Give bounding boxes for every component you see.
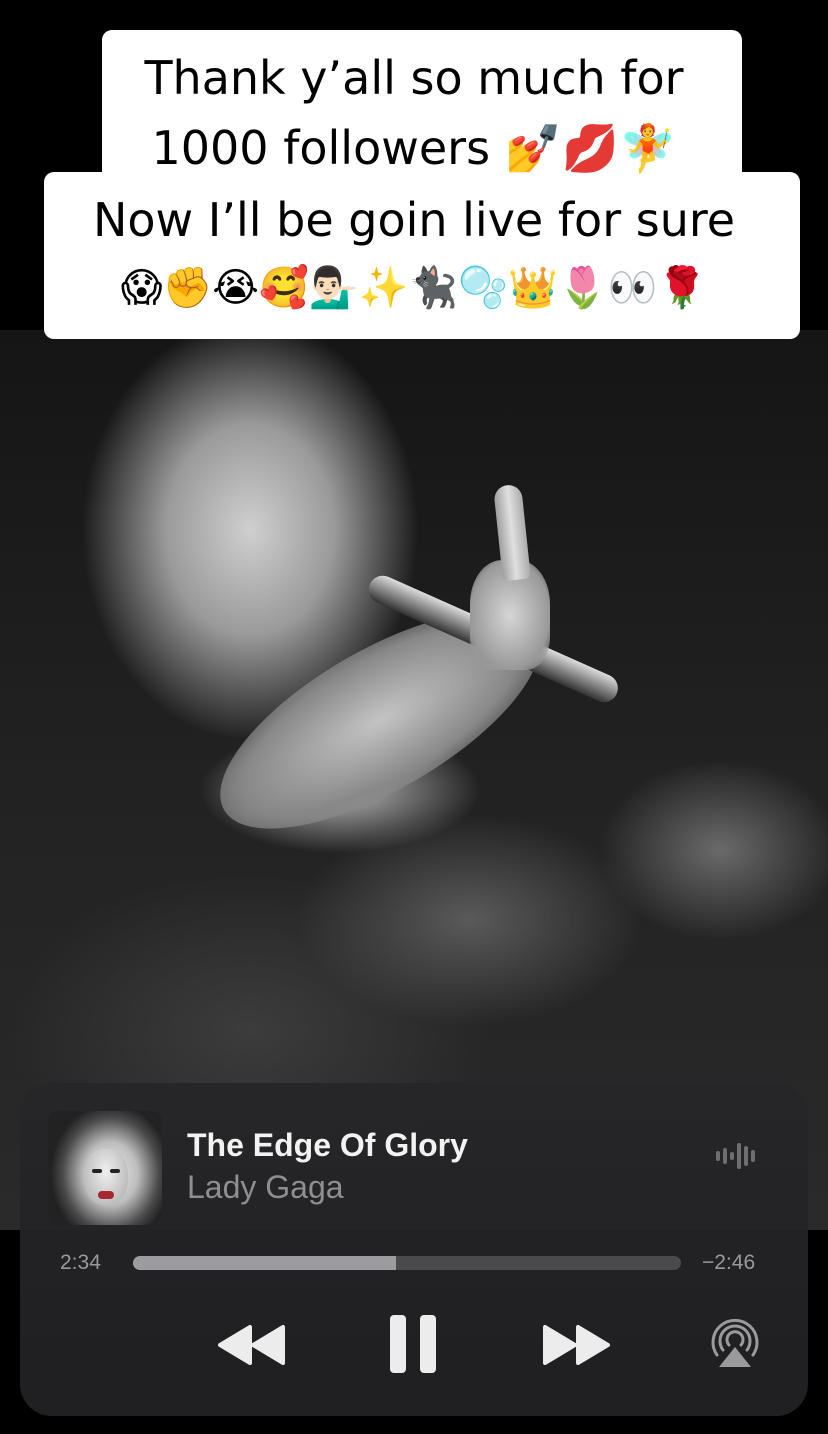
album-art[interactable] — [48, 1111, 162, 1225]
waveform-icon — [716, 1143, 755, 1169]
caption-line-3: Now I’ll be goin live for sure — [92, 193, 736, 247]
caption-line-4: 😱✊😭🥰💁🏻‍♂️✨🐈‍⬛🫧👑🌷👀🌹 — [120, 265, 708, 311]
album-art-lips — [98, 1191, 114, 1199]
rewind-icon[interactable] — [217, 1323, 287, 1367]
pause-icon[interactable] — [388, 1313, 438, 1375]
airplay-icon[interactable] — [708, 1317, 762, 1371]
fast-forward-icon[interactable] — [541, 1323, 611, 1367]
caption-overlay: Thank y’all so much for 1000 followers 💅… — [0, 0, 828, 340]
album-art-eye — [92, 1169, 102, 1173]
remaining-time: −2:46 — [702, 1251, 756, 1274]
scrubber-fill — [133, 1256, 397, 1270]
now-playing-widget[interactable]: The Edge Of Glory Lady Gaga 2:34 −2:46 — [20, 1083, 808, 1416]
song-artist[interactable]: Lady Gaga — [187, 1169, 344, 1206]
song-title: The Edge Of Glory — [187, 1127, 468, 1163]
caption-line-2: 1000 followers 💅💋🧚 — [151, 121, 677, 175]
elapsed-time: 2:34 — [60, 1251, 101, 1274]
caption-line-1: Thank y’all so much for — [144, 51, 684, 105]
playback-scrubber[interactable] — [133, 1256, 681, 1270]
album-art-eye — [110, 1169, 120, 1173]
